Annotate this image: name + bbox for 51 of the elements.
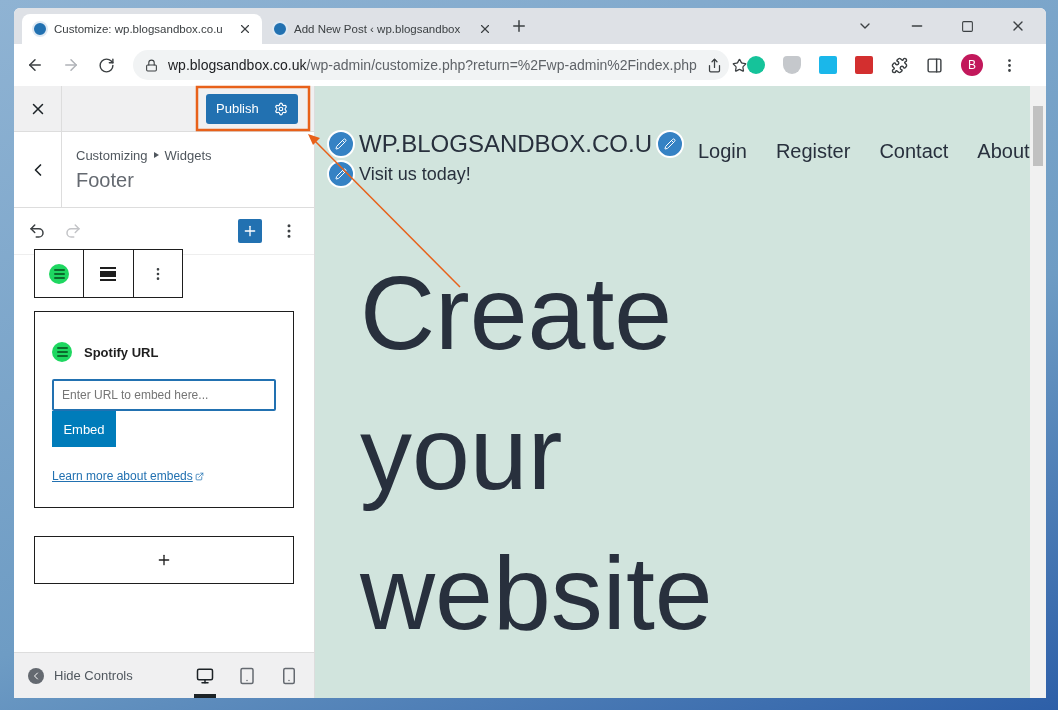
edit-icon[interactable] xyxy=(327,130,355,158)
lock-icon xyxy=(145,58,158,72)
phone-icon xyxy=(280,666,298,685)
embed-button[interactable]: Embed xyxy=(52,411,116,447)
chevron-left-icon xyxy=(28,667,44,684)
breadcrumb-item: Widgets xyxy=(164,147,212,163)
publish-button[interactable]: Publish xyxy=(206,93,298,124)
reload-icon[interactable] xyxy=(98,56,115,74)
hero-heading: website xyxy=(360,534,714,653)
undo-icon[interactable] xyxy=(28,222,46,240)
scrollbar-thumb[interactable] xyxy=(1033,106,1043,166)
url-field[interactable]: Enter URL to embed here... xyxy=(52,379,276,411)
spotify-icon xyxy=(52,342,72,362)
nav-link[interactable]: About xyxy=(977,140,1030,163)
hero-heading: Create xyxy=(360,254,674,373)
site-title: WP.BLOGSANDBOX.CO.U xyxy=(359,130,652,158)
hide-controls-button[interactable]: Hide Controls xyxy=(28,667,133,684)
puzzle-icon[interactable] xyxy=(891,56,908,74)
nav-link[interactable]: Register xyxy=(775,140,851,163)
plus-icon xyxy=(156,552,172,568)
edit-icon[interactable] xyxy=(655,130,684,158)
close-icon[interactable] xyxy=(238,22,252,36)
close-icon[interactable] xyxy=(478,22,492,36)
nav-link[interactable]: Contact xyxy=(879,140,949,163)
share-icon[interactable] xyxy=(706,57,722,73)
hero-heading: your xyxy=(360,394,564,513)
spotify-icon[interactable] xyxy=(49,263,70,284)
section-title: Footer xyxy=(76,168,135,192)
monitor-icon xyxy=(196,666,214,685)
site-tagline: Visit us today! xyxy=(359,163,471,185)
block-title: Spotify URL xyxy=(84,344,159,360)
align-icon[interactable] xyxy=(100,266,117,281)
plus-icon xyxy=(242,223,258,239)
profile-avatar[interactable]: B xyxy=(961,54,983,76)
side-panel-icon[interactable] xyxy=(926,56,943,74)
browser-tab[interactable]: Add New Post ‹ wp.blogsandbox xyxy=(262,14,502,44)
new-tab-icon[interactable] xyxy=(510,17,528,35)
maximize-icon[interactable] xyxy=(961,18,974,34)
browser-tab[interactable]: Customize: wp.blogsandbox.co.u xyxy=(22,14,262,44)
external-link-icon xyxy=(194,471,204,481)
edit-icon[interactable] xyxy=(327,160,355,188)
breadcrumb-item: Customizing xyxy=(76,147,148,163)
learn-more-link[interactable]: Learn more about embeds xyxy=(52,469,204,483)
add-block-button[interactable] xyxy=(34,536,294,584)
star-icon[interactable] xyxy=(731,57,747,73)
nav-link[interactable]: Login xyxy=(697,140,747,163)
back-icon[interactable] xyxy=(26,56,44,74)
separator-icon xyxy=(153,152,159,158)
settings-icon[interactable] xyxy=(274,101,288,116)
tablet-icon xyxy=(238,666,256,685)
scrollbar[interactable] xyxy=(1030,86,1046,698)
